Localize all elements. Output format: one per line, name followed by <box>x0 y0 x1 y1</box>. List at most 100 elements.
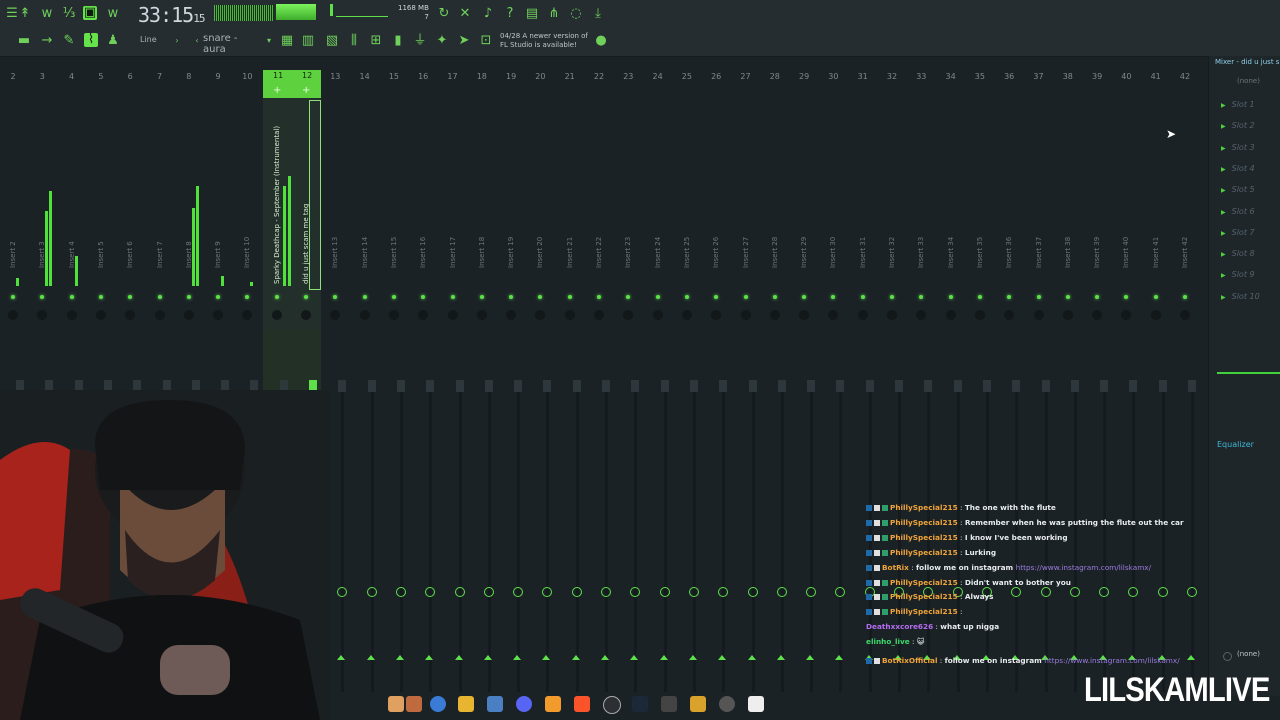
send-switch[interactable] <box>483 587 494 597</box>
volume-fader-handle[interactable] <box>1100 380 1109 392</box>
slot-arrow-icon[interactable]: ▶ <box>1221 187 1226 194</box>
pan-knob[interactable] <box>8 310 18 320</box>
chat-username[interactable]: PhillySpecial215 <box>890 548 958 557</box>
send-switch[interactable] <box>806 587 817 597</box>
effect-slot[interactable]: ▶ Slot 2 <box>1221 121 1255 130</box>
folder-icon[interactable] <box>458 696 474 712</box>
send-switch[interactable] <box>776 587 787 597</box>
pan-knob[interactable] <box>476 310 487 320</box>
volume-fader-track[interactable] <box>751 382 755 692</box>
slot-arrow-icon[interactable]: ▶ <box>1221 251 1226 258</box>
pan-knob[interactable] <box>95 310 106 320</box>
send-switch[interactable] <box>366 587 377 597</box>
mixer-track[interactable]: Insert 36 <box>995 98 1023 338</box>
pan-knob[interactable] <box>154 310 165 320</box>
slot-arrow-icon[interactable]: ▶ <box>1221 145 1226 152</box>
pan-knob[interactable] <box>1150 310 1161 320</box>
effect-slot[interactable]: ▶ Slot 6 <box>1221 207 1255 216</box>
volume-fader-handle[interactable] <box>1070 380 1079 392</box>
mixer-track[interactable]: Insert 22 <box>585 98 613 338</box>
volume-fader-handle[interactable] <box>514 380 523 392</box>
effect-slot[interactable]: ▶ Slot 8 <box>1221 249 1255 258</box>
chat-username[interactable]: PhillySpecial215 <box>890 503 958 512</box>
pan-knob[interactable] <box>1033 310 1044 320</box>
route-arrow-icon[interactable] <box>337 655 346 660</box>
route-arrow-icon[interactable] <box>542 655 551 660</box>
volume-fader-handle[interactable] <box>455 380 464 392</box>
send-switch[interactable] <box>688 587 699 597</box>
chat-username[interactable]: PhillySpecial215 <box>890 518 958 527</box>
route-arrow-icon[interactable] <box>571 655 580 660</box>
route-arrow-icon[interactable] <box>835 655 844 660</box>
track-enable-led[interactable] <box>216 295 221 299</box>
volume-fader-track[interactable] <box>605 382 608 692</box>
mixer-track[interactable]: Insert 35 <box>966 98 994 338</box>
volume-fader-handle[interactable] <box>836 380 845 392</box>
pan-knob[interactable] <box>857 310 868 320</box>
slot-arrow-icon[interactable]: ▶ <box>1221 123 1226 130</box>
mixer-track[interactable]: Insert 20 <box>526 98 554 338</box>
mixer-track[interactable]: Insert 32 <box>878 98 906 338</box>
volume-fader-handle[interactable] <box>748 380 757 392</box>
volume-fader-handle[interactable] <box>1012 380 1021 392</box>
mixer-track[interactable]: Insert 17 <box>439 98 467 338</box>
track-enable-led[interactable] <box>948 295 953 299</box>
volume-fader-handle[interactable] <box>1188 380 1196 392</box>
mixer-track[interactable]: Insert 13 <box>321 98 349 338</box>
pan-knob[interactable] <box>564 310 575 320</box>
steam-icon[interactable] <box>632 696 648 712</box>
track-enable-led[interactable] <box>567 295 572 299</box>
volume-fader-handle[interactable] <box>777 380 786 392</box>
pan-knob[interactable] <box>916 310 927 320</box>
slot-arrow-icon[interactable]: ▶ <box>1221 272 1226 279</box>
mixer-track[interactable]: Insert 40 <box>1112 98 1140 338</box>
mixer-track[interactable]: Insert 27 <box>732 98 760 338</box>
pan-knob[interactable] <box>1180 310 1190 320</box>
slot-arrow-icon[interactable]: ▶ <box>1221 166 1226 173</box>
volume-fader-track[interactable] <box>722 382 726 692</box>
pan-knob[interactable] <box>301 310 311 320</box>
chat-username[interactable]: Deathxxcore626 <box>866 622 933 631</box>
volume-fader-handle[interactable] <box>426 380 435 392</box>
volume-fader-track[interactable] <box>341 382 345 692</box>
volume-fader-handle[interactable] <box>719 380 728 392</box>
volume-fader-handle[interactable] <box>1129 380 1138 392</box>
send-switch[interactable] <box>659 587 670 597</box>
output-icon[interactable] <box>1223 652 1232 661</box>
discord-icon[interactable] <box>516 696 532 712</box>
volume-fader-handle[interactable] <box>367 380 376 392</box>
route-arrow-icon[interactable] <box>776 655 785 660</box>
mixer-track[interactable]: Insert 16 <box>409 98 437 338</box>
pan-knob[interactable] <box>740 310 751 320</box>
pan-knob[interactable] <box>652 310 663 320</box>
mixer-track[interactable]: Insert 31 <box>849 98 877 338</box>
chat-username[interactable]: elinho_live <box>866 637 910 646</box>
volume-fader-track[interactable] <box>663 382 667 692</box>
volume-fader-handle[interactable] <box>807 380 816 392</box>
track-enable-led[interactable] <box>304 295 308 299</box>
mixer-track[interactable]: Insert 28 <box>761 98 789 338</box>
pan-knob[interactable] <box>330 310 341 320</box>
mixer-track[interactable]: Insert 23 <box>614 98 642 338</box>
mixer-track[interactable]: Insert 7 <box>146 98 174 338</box>
track-enable-led[interactable] <box>128 295 133 299</box>
track-enable-led[interactable] <box>977 295 982 299</box>
route-arrow-icon[interactable] <box>630 655 639 660</box>
pan-knob[interactable] <box>1004 310 1015 320</box>
brave-icon[interactable] <box>574 696 590 712</box>
pan-knob[interactable] <box>447 310 458 320</box>
pan-knob[interactable] <box>1092 310 1103 320</box>
volume-fader-handle[interactable] <box>631 380 640 392</box>
volume-fader-handle[interactable] <box>689 380 698 392</box>
route-arrow-icon[interactable] <box>395 655 404 660</box>
slot-arrow-icon[interactable]: ▶ <box>1221 230 1226 237</box>
volume-fader-track[interactable] <box>458 382 462 692</box>
effect-slot[interactable]: ▶ Slot 1 <box>1221 100 1255 109</box>
pan-knob[interactable] <box>506 310 517 320</box>
send-switch[interactable] <box>630 587 641 597</box>
pan-knob[interactable] <box>242 310 253 320</box>
mixer-track[interactable]: Insert 15 <box>380 98 408 338</box>
pan-knob[interactable] <box>887 310 897 320</box>
track-enable-led[interactable] <box>597 295 601 299</box>
app-icon[interactable] <box>661 696 677 712</box>
